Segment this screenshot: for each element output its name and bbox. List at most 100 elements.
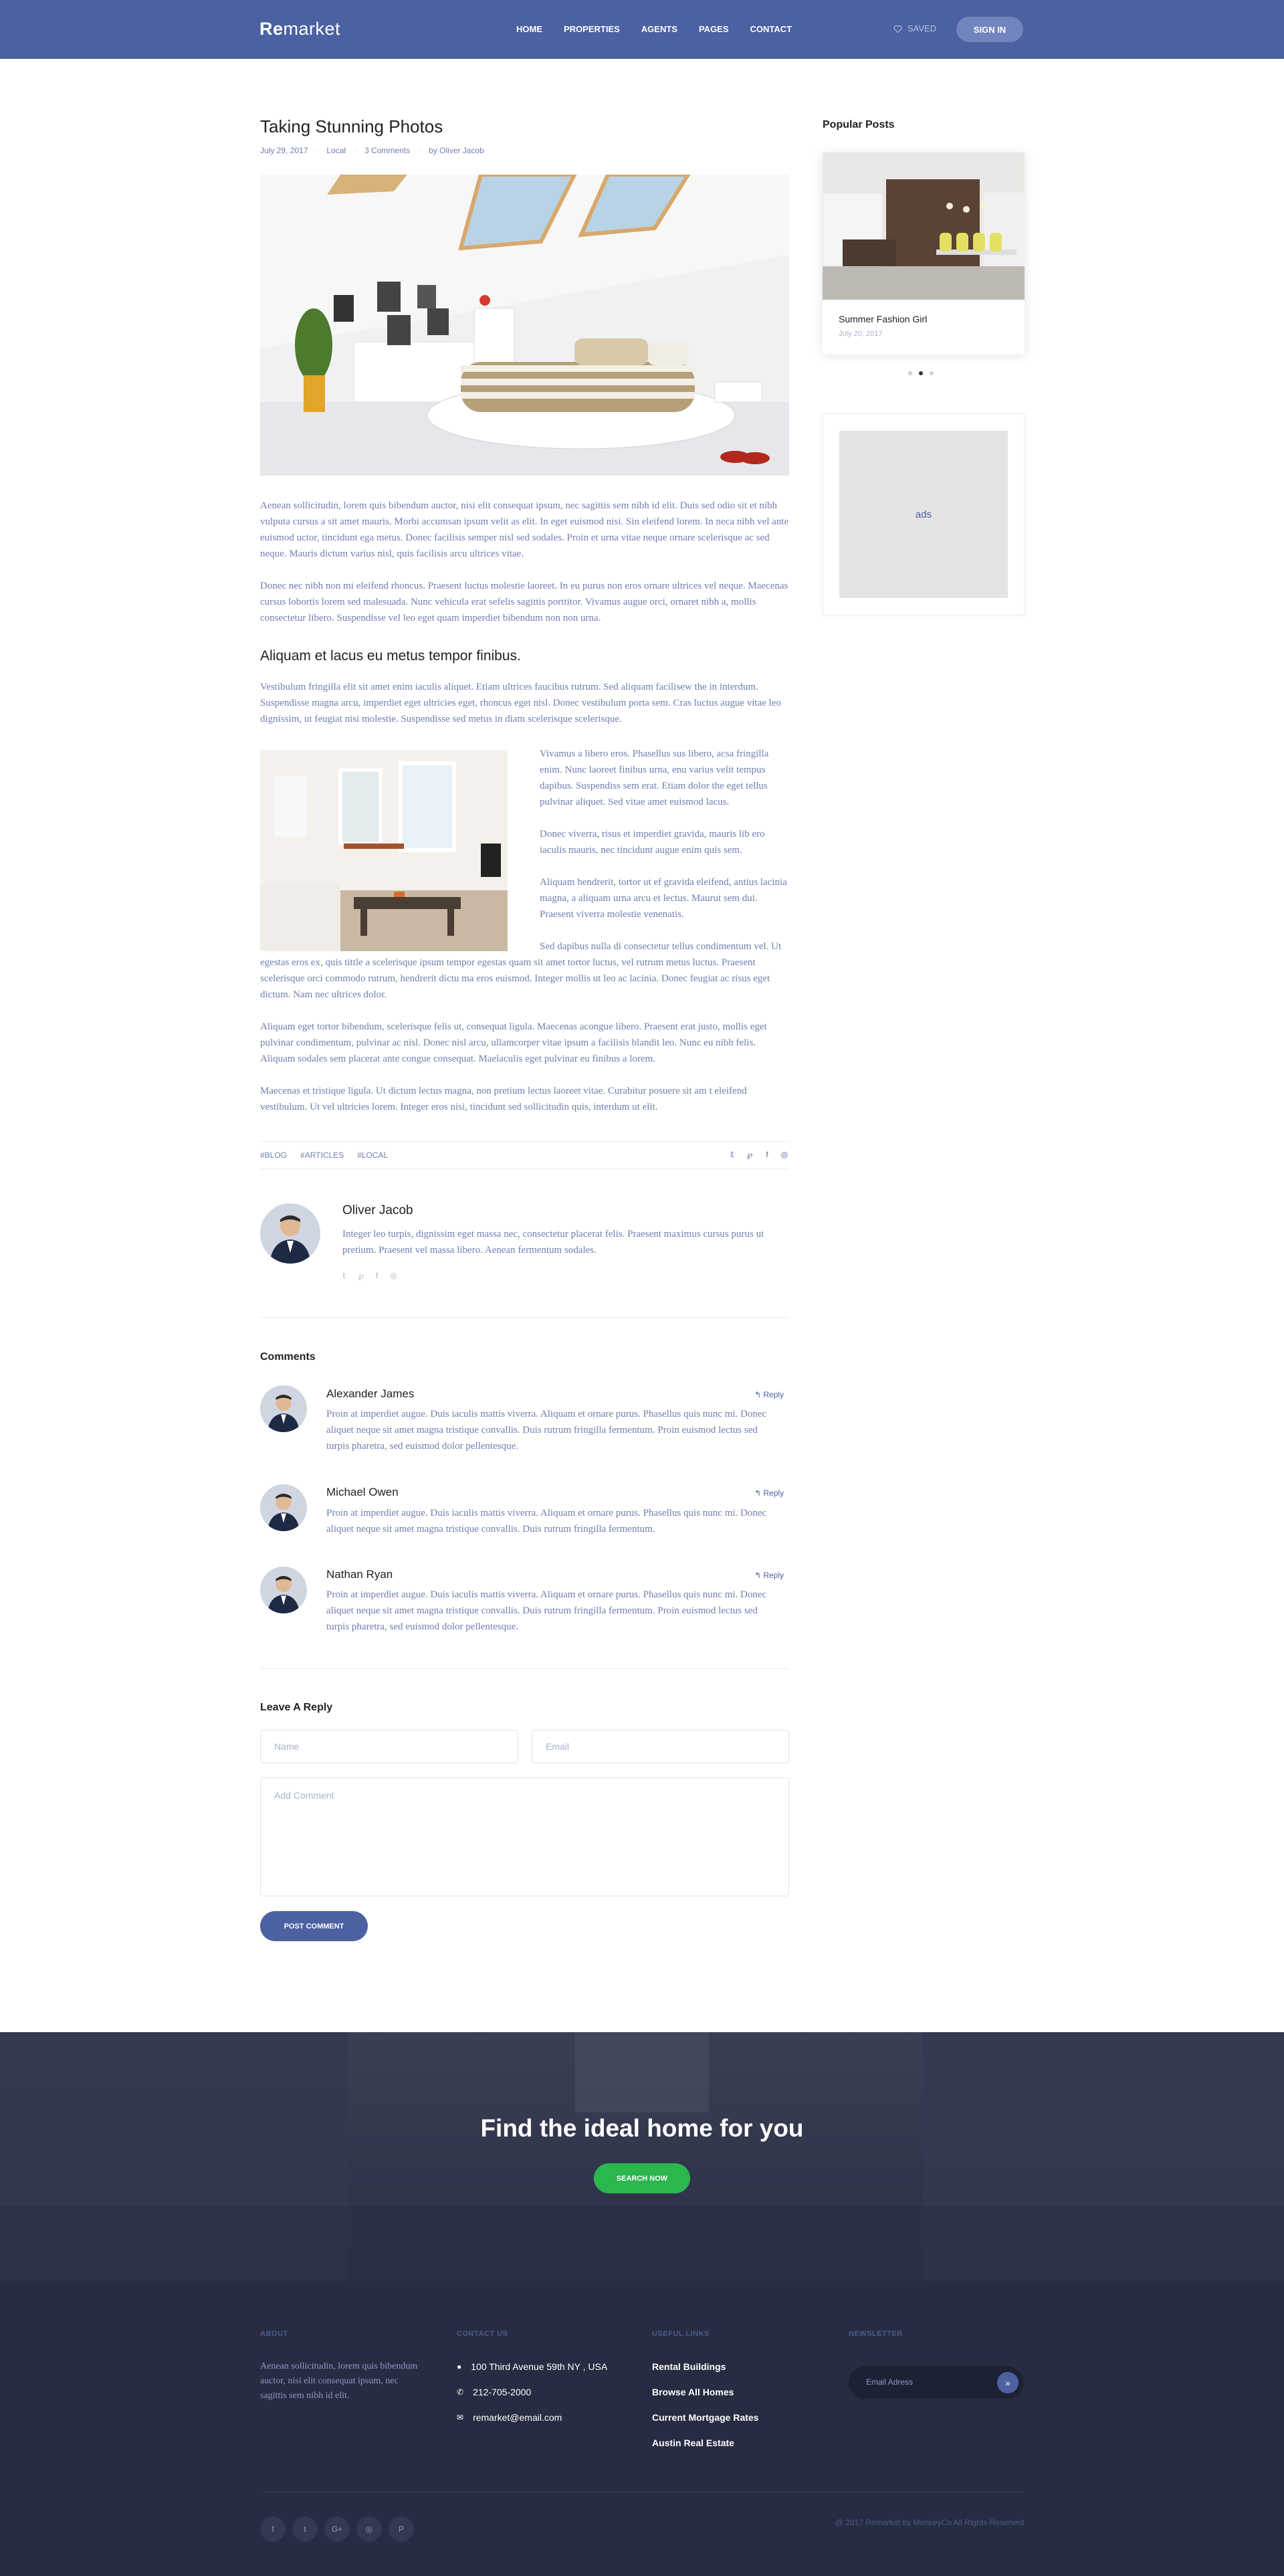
nav-home[interactable]: HOME bbox=[516, 24, 542, 34]
footer-link-mortgage[interactable]: Current Mortgage Rates bbox=[652, 2412, 758, 2423]
carousel-dot[interactable] bbox=[930, 371, 934, 375]
facebook-icon[interactable]: f bbox=[762, 1150, 772, 1159]
footer-link-browse[interactable]: Browse All Homes bbox=[652, 2387, 734, 2397]
post-author[interactable]: by Oliver Jacob bbox=[429, 146, 484, 155]
heart-icon bbox=[893, 25, 902, 33]
footer-address: ● 100 Third Avenue 59th NY , USA bbox=[457, 2361, 608, 2372]
tag-blog[interactable]: #BLOG bbox=[260, 1151, 287, 1160]
comment-avatar bbox=[260, 1567, 307, 1613]
tag-local[interactable]: #LOCAL bbox=[357, 1151, 388, 1160]
pinterest-icon[interactable]: P bbox=[389, 2516, 414, 2542]
twitter-icon[interactable]: 𝕥 bbox=[728, 1150, 737, 1159]
instagram-icon[interactable]: ◎ bbox=[780, 1150, 789, 1159]
tag-list: #BLOG #ARTICLES #LOCAL bbox=[260, 1151, 388, 1160]
reply-button[interactable]: ↰ Reply bbox=[754, 1571, 784, 1580]
footer-phone[interactable]: ✆ 212-705-2000 bbox=[457, 2387, 531, 2397]
post-paragraph-6: Maecenas et tristique ligula. Ut dictum … bbox=[260, 1086, 747, 1112]
instagram-icon[interactable]: ◎ bbox=[356, 2516, 382, 2542]
reply-button[interactable]: ↰ Reply bbox=[754, 1390, 784, 1399]
tags-share-bar: #BLOG #ARTICLES #LOCAL 𝕥 ℘ f ◎ bbox=[260, 1141, 789, 1169]
pinterest-icon[interactable]: ℘ bbox=[358, 1271, 364, 1280]
mail-icon: ✉ bbox=[457, 2413, 464, 2422]
footer-links-heading: USEFUL LINKS bbox=[652, 2330, 710, 2338]
post-meta: July 29, 2017 · Local · 3 Comments · by Oli… bbox=[260, 146, 484, 155]
nav-pages[interactable]: PAGES bbox=[699, 24, 729, 34]
cta-banner bbox=[0, 2032, 1284, 2281]
site-footer bbox=[0, 2281, 1284, 2576]
hero-image bbox=[260, 175, 789, 476]
comments-heading: Comments bbox=[260, 1351, 316, 1363]
author-name[interactable]: Oliver Jacob bbox=[342, 1203, 413, 1218]
name-input[interactable]: Name bbox=[260, 1730, 518, 1763]
reply-form-heading: Leave A Reply bbox=[260, 1702, 333, 1713]
carousel-dot[interactable] bbox=[908, 371, 912, 375]
post-comment-count[interactable]: 3 Comments bbox=[364, 146, 410, 155]
side-paragraph-1: Vivamus a libero eros. Phasellus sus lib… bbox=[540, 749, 769, 807]
inline-image bbox=[260, 750, 508, 951]
main-nav: HOME PROPERTIES AGENTS PAGES CONTACT bbox=[516, 24, 813, 34]
popular-posts-heading: Popular Posts bbox=[823, 119, 895, 130]
facebook-icon[interactable]: f bbox=[376, 1271, 378, 1280]
facebook-icon[interactable]: f bbox=[260, 2516, 286, 2542]
footer-contact-heading: CONTACT US bbox=[457, 2330, 508, 2338]
comment-author: Michael Owen bbox=[326, 1486, 399, 1498]
ads-widget: ads bbox=[823, 413, 1025, 615]
popular-post-image bbox=[823, 153, 1025, 300]
popular-post-card[interactable]: Summer Fashion Girl July 20, 2017 bbox=[823, 153, 1025, 355]
side-paragraph-2: Donec viverra, risus et imperdiet gravid… bbox=[540, 829, 765, 856]
twitter-icon[interactable]: t bbox=[292, 2516, 318, 2542]
side-paragraph-3: Aliquam hendrerit, tortor ut ef gravida … bbox=[540, 877, 787, 920]
carousel-dots bbox=[908, 371, 934, 375]
divider bbox=[260, 1317, 789, 1318]
footer-about-heading: ABOUT bbox=[260, 2330, 288, 2338]
footer-link-austin[interactable]: Austin Real Estate bbox=[652, 2438, 734, 2448]
footer-link-rental[interactable]: Rental Buildings bbox=[652, 2361, 726, 2372]
author-bio: Integer leo turpis, dignissim eget massa… bbox=[342, 1229, 764, 1256]
post-paragraph-1: Aenean sollicitudin, lorem quis bibendum… bbox=[260, 500, 789, 559]
post-category[interactable]: Local bbox=[326, 146, 346, 155]
post-paragraph-4: Sed dapibus nulla di consectetur tellus … bbox=[260, 941, 782, 1000]
reply-button[interactable]: ↰ Reply bbox=[754, 1488, 784, 1498]
ads-placeholder[interactable]: ads bbox=[839, 431, 1008, 598]
logo[interactable]: Remarket bbox=[259, 19, 340, 39]
post-date: July 29, 2017 bbox=[260, 146, 308, 155]
comment-textarea[interactable]: Add Comment bbox=[260, 1777, 789, 1896]
search-now-button[interactable]: SEARCH NOW bbox=[594, 2163, 690, 2193]
phone-icon: ✆ bbox=[457, 2387, 464, 2397]
comment-text: Proin at imperdiet augue. Duis iaculis m… bbox=[326, 1508, 767, 1534]
instagram-icon[interactable]: ◎ bbox=[390, 1271, 397, 1280]
popular-post-title[interactable]: Summer Fashion Girl bbox=[839, 314, 927, 324]
author-avatar bbox=[260, 1203, 320, 1264]
footer-email[interactable]: ✉ remarket@email.com bbox=[457, 2412, 562, 2423]
footer-about-text: Aenean sollicitudin, lorem quis bibendum… bbox=[260, 2361, 418, 2401]
copyright: @ 2017 Remarket by MonkeyCo All Rights R… bbox=[835, 2518, 1024, 2527]
newsletter-input[interactable]: Email Adress » bbox=[849, 2367, 1024, 2399]
comment-author: Alexander James bbox=[326, 1387, 415, 1400]
newsletter-submit-icon[interactable]: » bbox=[997, 2372, 1019, 2393]
nav-agents[interactable]: AGENTS bbox=[641, 24, 677, 34]
footer-social-links: f t G+ ◎ P bbox=[260, 2516, 414, 2542]
saved-label: SAVED bbox=[907, 23, 937, 33]
map-pin-icon: ● bbox=[457, 2362, 462, 2371]
twitter-icon[interactable]: 𝕥 bbox=[342, 1271, 346, 1280]
author-social-links: 𝕥 ℘ f ◎ bbox=[342, 1271, 397, 1280]
email-input[interactable]: Email bbox=[532, 1730, 789, 1763]
popular-post-date: July 20, 2017 bbox=[839, 330, 883, 338]
carousel-dot-active[interactable] bbox=[919, 371, 923, 375]
pinterest-icon[interactable]: ℘ bbox=[745, 1150, 754, 1159]
google-plus-icon[interactable]: G+ bbox=[324, 2516, 350, 2542]
cta-title: Find the ideal home for you bbox=[480, 2114, 804, 2142]
footer-newsletter-heading: NEWSLETTER bbox=[849, 2330, 903, 2338]
comment-text: Proin at imperdiet augue. Duis iaculis m… bbox=[326, 1409, 767, 1452]
nav-properties[interactable]: PROPERTIES bbox=[564, 24, 620, 34]
sign-in-button[interactable]: SIGN IN bbox=[956, 17, 1023, 42]
saved-link[interactable]: SAVED bbox=[893, 23, 936, 33]
post-paragraph-2: Donec nec nibh non mi eleifend rhoncus. … bbox=[260, 581, 788, 623]
tag-articles[interactable]: #ARTICLES bbox=[300, 1151, 344, 1160]
comment-text: Proin at imperdiet augue. Duis iaculis m… bbox=[326, 1589, 767, 1632]
post-comment-button[interactable]: POST COMMENT bbox=[260, 1911, 368, 1941]
post-section-heading: Aliquam et lacus eu metus tempor finibus… bbox=[260, 648, 521, 664]
post-paragraph-5: Aliquam eget tortor bibendum, scelerisqu… bbox=[260, 1021, 767, 1064]
nav-contact[interactable]: CONTACT bbox=[750, 24, 792, 34]
post-title: Taking Stunning Photos bbox=[260, 116, 443, 136]
